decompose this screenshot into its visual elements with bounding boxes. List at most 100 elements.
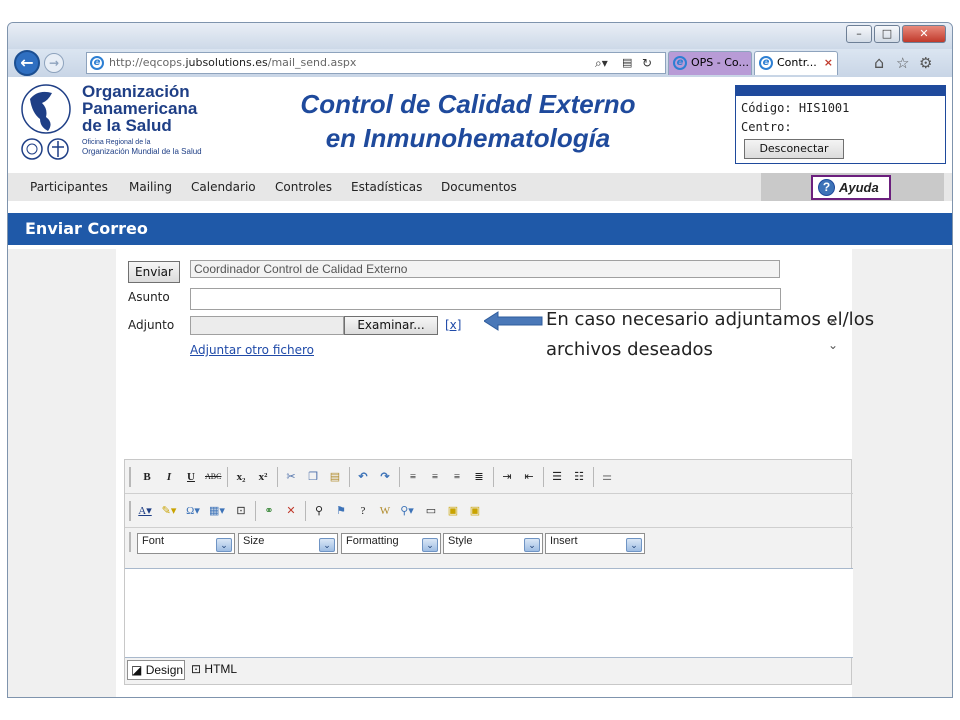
address-bar[interactable]: e http://eqcops.jubsolutions.es/mail_sen…: [86, 52, 666, 74]
menu-item-documentos[interactable]: Documentos: [441, 173, 517, 201]
underline-icon[interactable]: U: [183, 469, 199, 485]
maximize-button[interactable]: □: [874, 25, 900, 43]
ie-tab-icon: e: [759, 56, 773, 70]
table-icon[interactable]: ▦▾: [209, 503, 225, 519]
attach-file-input[interactable]: [190, 316, 344, 335]
menu-item-participantes[interactable]: Participantes: [30, 173, 108, 201]
user-info-box: Código: HIS1001 Centro: Desconectar: [735, 85, 946, 164]
style-dropdown-label: Style: [448, 535, 473, 547]
unlink-icon[interactable]: ✕: [283, 503, 299, 519]
formatting-dropdown[interactable]: Formatting ⌄: [341, 533, 441, 554]
redo-icon[interactable]: ↷: [377, 469, 393, 485]
subscript-icon[interactable]: x₂: [233, 469, 249, 485]
anchor-icon[interactable]: ⚑: [333, 503, 349, 519]
indent-icon[interactable]: ⇥: [499, 469, 515, 485]
logout-button[interactable]: Desconectar: [744, 139, 844, 159]
help-editor-icon[interactable]: ?: [355, 503, 371, 519]
back-icon[interactable]: ←: [14, 50, 40, 76]
attach-label: Adjunto: [128, 318, 175, 332]
menu-item-calendario[interactable]: Calendario: [191, 173, 256, 201]
html-tab[interactable]: ⊡ HTML: [189, 660, 245, 680]
toolbar-separator: [255, 501, 256, 521]
font-color-icon[interactable]: A▾: [137, 503, 153, 519]
align-left-icon[interactable]: ≡: [405, 469, 421, 485]
menu-item-controles[interactable]: Controles: [275, 173, 332, 201]
refresh-icon[interactable]: ↻: [642, 53, 652, 73]
design-tab-label: Design: [145, 663, 184, 677]
horizontal-rule-icon[interactable]: ⚌: [599, 469, 615, 485]
toolbar-grip: [129, 467, 131, 487]
forward-icon[interactable]: →: [44, 53, 64, 73]
italic-icon[interactable]: I: [161, 469, 177, 485]
menu-item-mailing[interactable]: Mailing: [129, 173, 172, 201]
insert-dropdown[interactable]: Insert ⌄: [545, 533, 645, 554]
special-char-icon[interactable]: Ω▾: [185, 503, 201, 519]
undo-icon[interactable]: ↶: [355, 469, 371, 485]
code-label: Código:: [741, 101, 792, 115]
message-body-editor[interactable]: [125, 568, 853, 658]
org-name-line1: Organización: [82, 82, 190, 101]
help-button[interactable]: ? Ayuda: [811, 175, 891, 200]
toolbar-separator: [227, 467, 228, 487]
copy-icon[interactable]: ❐: [305, 469, 321, 485]
remove-attachment-link[interactable]: [x]: [445, 318, 461, 332]
paste-icon[interactable]: ▤: [327, 469, 343, 485]
justify-icon[interactable]: ≣: [471, 469, 487, 485]
numbered-list-icon[interactable]: ☷: [571, 469, 587, 485]
add-file-link[interactable]: Adjuntar otro fichero: [190, 343, 314, 357]
web-page: Organización Panamericana de la Salud Of…: [8, 77, 952, 697]
compatibility-icon[interactable]: ▤: [622, 53, 632, 73]
design-tab[interactable]: ◪ Design: [127, 660, 185, 680]
code-row: Código: HIS1001: [741, 99, 940, 118]
toolbar-separator: [399, 467, 400, 487]
zoom-icon[interactable]: ⚲▾: [399, 503, 415, 519]
home-icon[interactable]: ⌂: [874, 54, 884, 72]
browse-button[interactable]: Examinar...: [344, 316, 438, 335]
subject-label: Asunto: [128, 290, 170, 304]
align-right-icon[interactable]: ≡: [449, 469, 465, 485]
tab-ops-label: OPS - Co...: [691, 56, 749, 69]
star-icon[interactable]: ☆: [896, 54, 909, 72]
highlight-icon[interactable]: ✎▾: [161, 503, 177, 519]
find-icon[interactable]: ⚲: [311, 503, 327, 519]
org-name-line2: Panamericana: [82, 99, 198, 118]
cut-icon[interactable]: ✂: [283, 469, 299, 485]
chevron-down-icon: ⌄: [216, 538, 232, 552]
search-icon[interactable]: ⌕▾: [595, 53, 608, 73]
send-button[interactable]: Enviar: [128, 261, 180, 283]
strikethrough-icon[interactable]: ABC: [205, 469, 221, 485]
toolbar-row-2: A▾ ✎▾ Ω▾ ▦▾ ⊡ ⚭ ✕ ⚲ ⚑ ? W ⚲▾ ▭ ▣ ▣: [125, 494, 853, 528]
link-icon[interactable]: ⚭: [261, 503, 277, 519]
paste-word-icon[interactable]: W: [377, 503, 393, 519]
ie-tab-icon: e: [673, 56, 687, 70]
tab-control-active[interactable]: e Contr... ×: [754, 51, 838, 75]
to-field[interactable]: Coordinador Control de Calidad Externo: [190, 260, 780, 278]
html-tab-label: HTML: [204, 662, 238, 676]
superscript-icon[interactable]: x²: [255, 469, 271, 485]
tab-close-icon[interactable]: ×: [824, 52, 833, 74]
preview-icon[interactable]: ▭: [423, 503, 439, 519]
annotation-arrow: [484, 311, 543, 331]
minimize-button[interactable]: –: [846, 25, 872, 43]
outdent-icon[interactable]: ⇤: [521, 469, 537, 485]
font-dropdown[interactable]: Font ⌄: [137, 533, 235, 554]
close-window-button[interactable]: ✕: [902, 25, 946, 43]
gear-icon[interactable]: ⚙: [919, 54, 932, 72]
desktop: – □ ✕ ← → e http://eqcops.jubsolutions.e…: [0, 0, 960, 720]
html-tab-icon: ⊡: [191, 662, 202, 676]
layer-back-icon[interactable]: ▣: [467, 503, 483, 519]
bold-icon[interactable]: B: [139, 469, 155, 485]
form-icon[interactable]: ⊡: [233, 503, 249, 519]
chevron-down-icon: ⌄: [524, 538, 540, 552]
style-dropdown[interactable]: Style ⌄: [443, 533, 543, 554]
font-dropdown-label: Font: [142, 535, 165, 547]
layer-front-icon[interactable]: ▣: [445, 503, 461, 519]
align-center-icon[interactable]: ≡: [427, 469, 443, 485]
tab-ops[interactable]: e OPS - Co...: [668, 51, 752, 75]
chevron-down-icon: ⌄: [422, 538, 438, 552]
menu-item-estadisticas[interactable]: Estadísticas: [351, 173, 422, 201]
bullet-list-icon[interactable]: ☰: [549, 469, 565, 485]
center-label: Centro:: [741, 120, 792, 134]
size-dropdown[interactable]: Size ⌄: [238, 533, 338, 554]
toolbar-separator: [593, 467, 594, 487]
